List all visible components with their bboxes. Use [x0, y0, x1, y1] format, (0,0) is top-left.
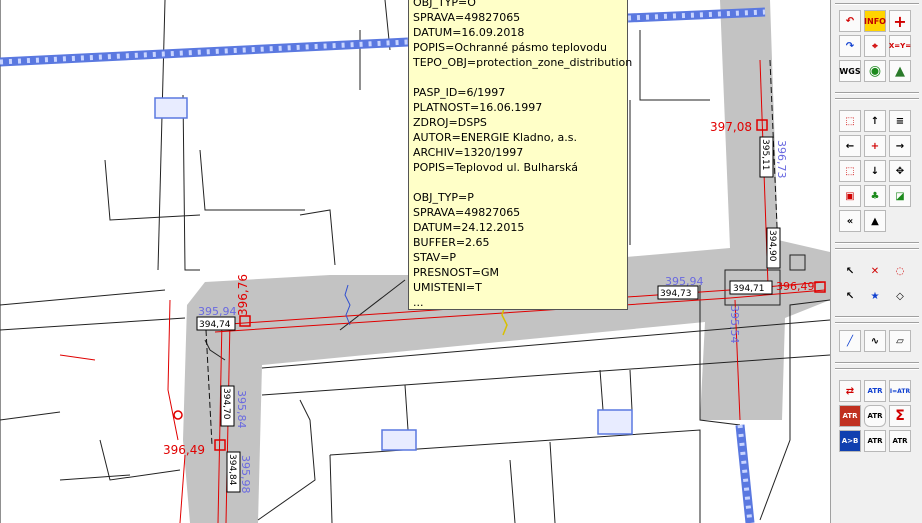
arrows-icon[interactable]: ⇄	[839, 380, 861, 402]
tooltip-line: SPRAVA=49827065	[413, 11, 521, 24]
sum-button[interactable]: Σ	[889, 405, 911, 427]
atr-button[interactable]: ATR	[864, 380, 886, 402]
wgs-button[interactable]: WGS	[839, 60, 861, 82]
blue-elev-5: 395,54	[728, 305, 741, 344]
blue-elev-6: 396,73	[775, 140, 788, 179]
red-elev-2: 396,49	[163, 443, 205, 457]
tooltip-line: PRESNOST=GM	[413, 266, 500, 279]
redo-icon[interactable]: ↷	[839, 35, 861, 57]
i-atr-button[interactable]: I=ATR	[889, 380, 911, 402]
tooltip-line: ZDROJ=DSPS	[413, 116, 487, 129]
atr-octagon-button[interactable]: ATR	[864, 405, 886, 427]
tooltip-line	[413, 70, 627, 85]
tooltip-line: SPRAVA=49827065	[413, 206, 521, 219]
tooltip-line: OBJ_TYP=O	[413, 0, 476, 9]
zoom-extent-icon[interactable]: ⬚	[839, 160, 861, 182]
info-button[interactable]: INFO	[864, 10, 886, 32]
arrow-up-icon[interactable]: ↑	[864, 110, 886, 132]
tooltip-line: DATUM=24.12.2015	[413, 221, 525, 234]
box-3: 394,71	[733, 284, 765, 294]
plus-icon[interactable]: +	[864, 135, 886, 157]
tooltip-line: POPIS=Teplovod ul. Bulharská	[413, 161, 578, 174]
move-icon[interactable]: ✥	[889, 160, 911, 182]
tooltip-line	[413, 175, 627, 190]
arrow-left-icon[interactable]: ←	[839, 135, 861, 157]
target-icon[interactable]: ⌖	[864, 35, 886, 57]
list-icon[interactable]: ≡	[889, 110, 911, 132]
atr-copy-button[interactable]: ATR	[864, 430, 886, 452]
box-1: 394,74	[199, 320, 231, 330]
blue-elev-3: 395,84	[235, 390, 248, 429]
polyline-icon[interactable]: ∿	[864, 330, 886, 352]
draw-line-icon[interactable]: ╱	[839, 330, 861, 352]
tooltip-line: DATUM=16.09.2018	[413, 26, 525, 39]
pointer-cancel-icon[interactable]: ✕	[864, 260, 886, 282]
crosshair-icon[interactable]: +	[889, 10, 911, 32]
tooltip-line: STAV=P	[413, 251, 457, 264]
polygon-icon[interactable]: ▱	[889, 330, 911, 352]
image-icon[interactable]: ▲	[889, 60, 911, 82]
tooltip-line: POPIS=Ochranné pásmo teplovodu	[413, 41, 607, 54]
undo-icon[interactable]: ↶	[839, 10, 861, 32]
layer-icon[interactable]: ▣	[839, 185, 861, 207]
atr-table-button[interactable]: ATR	[889, 430, 911, 452]
rewind-icon[interactable]: «	[839, 210, 861, 232]
tooltip-line: BUFFER=2.65	[413, 236, 490, 249]
info-tooltip: OBJ_TYP=O SPRAVA=49827065 DATUM=16.09.2018…	[408, 0, 633, 310]
atr-red-button[interactable]: ATR	[839, 405, 861, 427]
tree-icon[interactable]: ♣	[864, 185, 886, 207]
blue-elev-4: 395,98	[239, 455, 252, 494]
tooltip-line: ARCHIV=1320/1997	[413, 146, 524, 159]
xy-button[interactable]: X=Y=	[889, 35, 911, 57]
box-7: 394,90	[767, 230, 777, 262]
tooltip-line: ...	[413, 296, 424, 309]
box-4: 394,70	[221, 388, 231, 420]
arrow-right-icon[interactable]: →	[889, 135, 911, 157]
arrow-down-icon[interactable]: ↓	[864, 160, 886, 182]
tooltip-line: PLATNOST=16.06.1997	[413, 101, 543, 114]
a-to-b-button[interactable]: A>B	[839, 430, 861, 452]
highlight-icon[interactable]: ★	[864, 285, 886, 307]
red-elev-1: 396,76	[236, 274, 250, 316]
red-elev-3: 397,08	[710, 120, 752, 134]
globe-icon[interactable]: ◉	[864, 60, 886, 82]
pointer-info-icon[interactable]: ↖	[839, 260, 861, 282]
box-6: 395,11	[760, 139, 770, 171]
up-arrow-box-icon[interactable]: ▲	[864, 210, 886, 232]
lasso-icon[interactable]: ◌	[889, 260, 911, 282]
tooltip-line: AUTOR=ENERGIE Kladno, a.s.	[413, 131, 577, 144]
map-icon[interactable]: ◪	[889, 185, 911, 207]
right-toolbar: ↶ INFO + ↷ ⌖ X=Y= WGS ◉ ▲ ⬚ ↑ ≡ ← + → ⬚ …	[830, 0, 922, 523]
tooltip-line: TEPO_OBJ=protection_zone_distribution	[413, 56, 633, 69]
eraser-icon[interactable]: ◇	[889, 285, 911, 307]
box-2: 394,73	[660, 289, 692, 299]
red-elev-4: 396,49	[776, 280, 815, 293]
pointer-list-icon[interactable]: ↖	[839, 285, 861, 307]
tooltip-line: PASP_ID=6/1997	[413, 86, 506, 99]
select-rect-icon[interactable]: ⬚	[839, 110, 861, 132]
blue-elev-1: 395,94	[198, 305, 237, 318]
tooltip-line: OBJ_TYP=P	[413, 191, 474, 204]
tooltip-line: UMISTENI=T	[413, 281, 482, 294]
box-5: 394,84	[227, 454, 237, 486]
